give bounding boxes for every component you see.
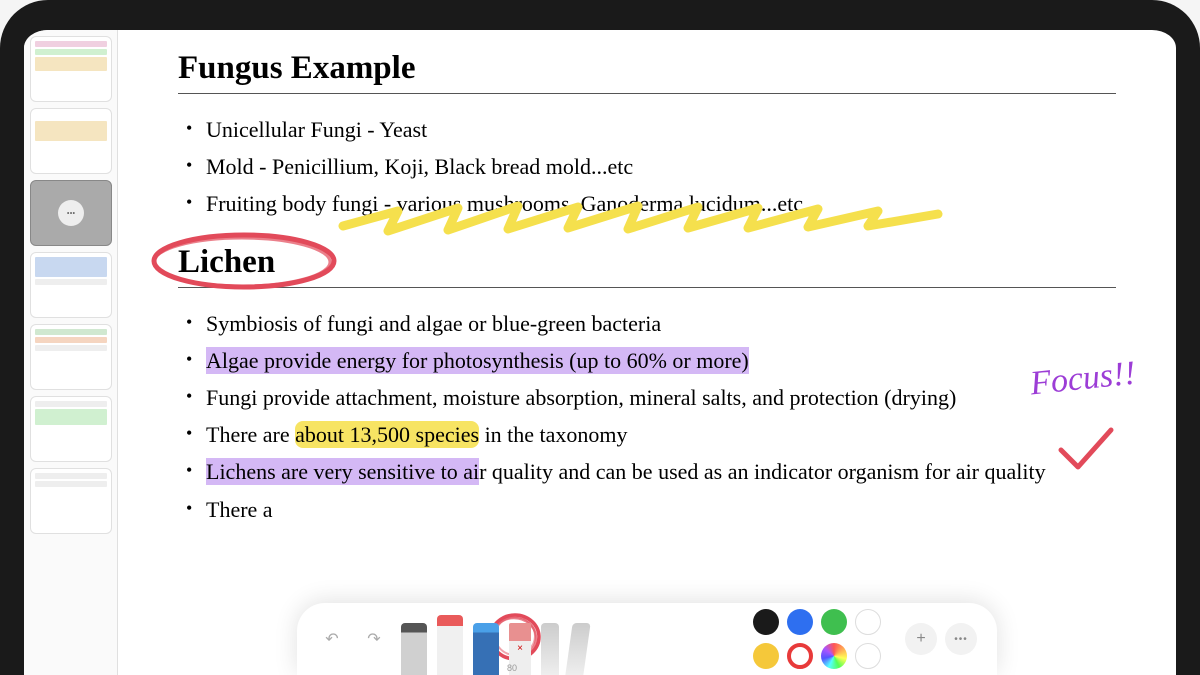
- list-item: There are about 13,500 species in the ta…: [178, 417, 1116, 452]
- page-thumbnail[interactable]: [30, 324, 112, 390]
- color-palette: [753, 609, 881, 669]
- drawing-toolbar: ↶ ↷ 80: [297, 603, 997, 675]
- list-item: Algae provide energy for photosynthesis …: [178, 343, 1116, 378]
- page-thumbnail[interactable]: [30, 252, 112, 318]
- section-rule: [178, 287, 1116, 288]
- color-swatch-black[interactable]: [753, 609, 779, 635]
- pencil-tool[interactable]: [401, 623, 427, 675]
- section-lichen: Lichen Symbiosis of fungi and algae or b…: [178, 244, 1116, 527]
- section-rule: [178, 93, 1116, 94]
- cutter-tool[interactable]: [541, 623, 559, 675]
- pen-tool[interactable]: [473, 623, 499, 675]
- bullet-list: Symbiosis of fungi and algae or blue-gre…: [178, 306, 1116, 527]
- page-thumbnail-current[interactable]: •••: [30, 180, 112, 246]
- page-thumbnail[interactable]: [30, 468, 112, 534]
- yellow-highlight: about 13,500 species: [295, 421, 479, 448]
- page-thumbnail[interactable]: [30, 396, 112, 462]
- toolbar-extra: + •••: [905, 623, 977, 655]
- list-item: Lichens are very sensitive to air qualit…: [178, 454, 1116, 489]
- add-button[interactable]: +: [905, 623, 937, 655]
- color-swatch-white[interactable]: [855, 609, 881, 635]
- more-button[interactable]: •••: [945, 623, 977, 655]
- bullet-list: Unicellular Fungi - Yeast Mold - Penicil…: [178, 112, 1116, 222]
- tool-picker: 80: [401, 603, 587, 675]
- purple-highlight: Algae provide energy for photosynthesis …: [206, 347, 749, 374]
- brush-size-label: 80: [507, 663, 517, 673]
- section-heading: Fungus Example: [178, 50, 1116, 87]
- purple-highlight: Lichens are very sensitive to ai: [206, 458, 479, 485]
- color-swatch-green[interactable]: [821, 609, 847, 635]
- list-item: Fruiting body fungi - various mushrooms,…: [178, 186, 1116, 221]
- app-root: ••• Fungus Example Unicellular Fungi - Y…: [24, 30, 1176, 675]
- list-item: There a: [178, 492, 1116, 527]
- document-content[interactable]: Fungus Example Unicellular Fungi - Yeast…: [118, 30, 1176, 675]
- list-item: Fungi provide attachment, moisture absor…: [178, 380, 1116, 415]
- color-swatch-red-selected[interactable]: [787, 643, 813, 669]
- color-swatch-empty[interactable]: [855, 643, 881, 669]
- redo-button[interactable]: ↷: [359, 624, 389, 654]
- color-swatch-blue[interactable]: [787, 609, 813, 635]
- highlighter-tool[interactable]: [437, 615, 463, 675]
- ruler-tool[interactable]: [565, 623, 590, 675]
- color-swatch-yellow[interactable]: [753, 643, 779, 669]
- section-heading: Lichen: [178, 244, 1116, 281]
- ellipsis-icon: •••: [58, 200, 84, 226]
- undo-button[interactable]: ↶: [317, 624, 347, 654]
- list-item: Mold - Penicillium, Koji, Black bread mo…: [178, 149, 1116, 184]
- color-picker-button[interactable]: [821, 643, 847, 669]
- list-item: Symbiosis of fungi and algae or blue-gre…: [178, 306, 1116, 341]
- page-thumbnail[interactable]: [30, 108, 112, 174]
- page-thumbnails-sidebar: •••: [24, 30, 118, 675]
- tablet-frame: ••• Fungus Example Unicellular Fungi - Y…: [0, 0, 1200, 675]
- list-item: Unicellular Fungi - Yeast: [178, 112, 1116, 147]
- page-thumbnail[interactable]: [30, 36, 112, 102]
